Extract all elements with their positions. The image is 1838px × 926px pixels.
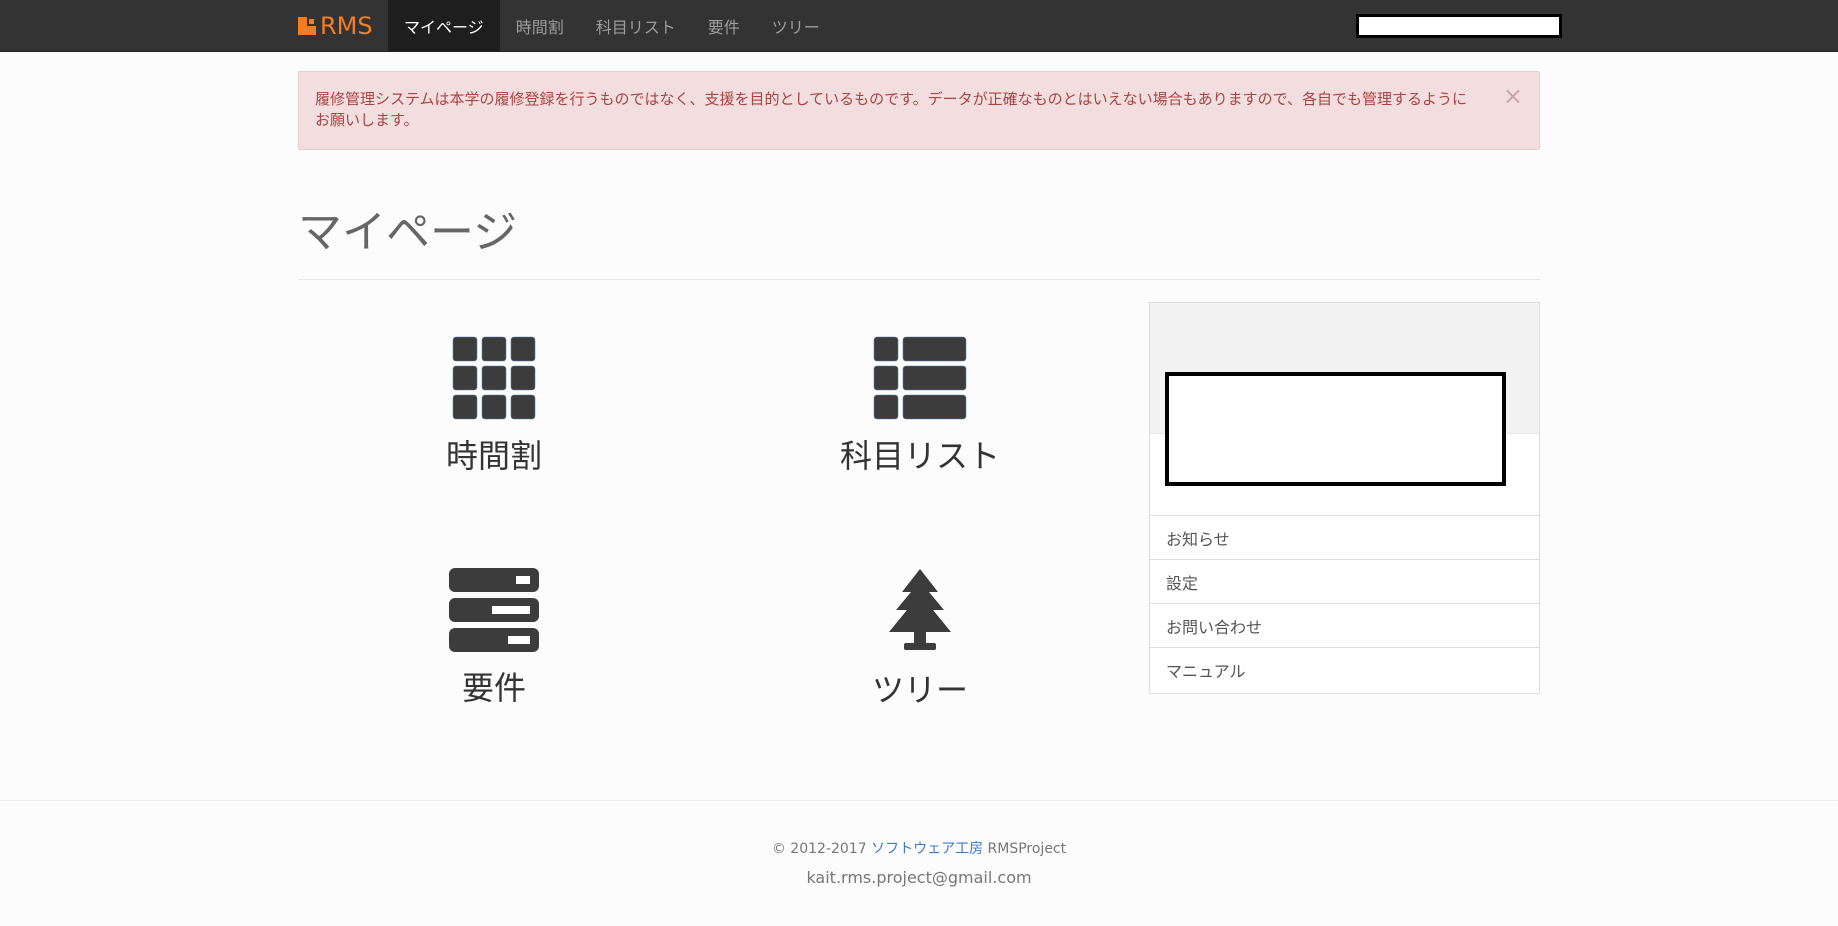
page-title: マイページ: [298, 207, 518, 258]
tile-timetable[interactable]: 時間割: [344, 334, 644, 476]
copyright-suffix: RMSProject: [983, 841, 1067, 857]
footer-divider: [0, 800, 1838, 801]
redacted-profile-card: [1165, 372, 1506, 486]
header-divider: [298, 279, 1540, 280]
tile-label-tree: ツリー: [871, 671, 968, 709]
rms-logo-icon: [298, 16, 316, 35]
panel-item-news[interactable]: お知らせ: [1150, 515, 1539, 559]
tree-icon: [889, 569, 951, 650]
tile-tree[interactable]: ツリー: [770, 566, 1070, 710]
panel-item-settings[interactable]: 設定: [1150, 559, 1539, 603]
grid-icon: [452, 336, 536, 420]
top-navbar: RMS マイページ 時間割 科目リスト 要件 ツリー: [0, 0, 1838, 52]
server-icon: [449, 568, 539, 652]
panel-menu: お知らせ 設定 お問い合わせ マニュアル: [1150, 515, 1539, 691]
tile-label-subject-list: 科目リスト: [839, 437, 1000, 475]
footer-email: kait.rms.project@gmail.com: [806, 868, 1032, 887]
nav-item-requirements[interactable]: 要件: [692, 0, 756, 51]
nav-item-mypage[interactable]: マイページ: [388, 0, 500, 51]
list-icon: [873, 336, 967, 420]
close-icon[interactable]: ×: [1503, 84, 1523, 108]
nav-item-timetable[interactable]: 時間割: [500, 0, 580, 51]
brand-text: RMS: [320, 11, 373, 40]
company-link[interactable]: ソフトウェア工房: [871, 841, 983, 857]
brand-logo[interactable]: RMS: [298, 0, 373, 51]
nav-item-tree[interactable]: ツリー: [756, 0, 836, 51]
nav-item-subject-list[interactable]: 科目リスト: [580, 0, 692, 51]
copyright-prefix: © 2012-2017: [771, 841, 872, 857]
panel-item-manual[interactable]: マニュアル: [1150, 647, 1539, 691]
tile-requirements[interactable]: 要件: [344, 566, 644, 708]
nav-menu: マイページ 時間割 科目リスト 要件 ツリー: [388, 0, 836, 51]
profile-panel: お知らせ 設定 お問い合わせ マニュアル: [1149, 302, 1540, 694]
footer-copyright: © 2012-2017 ソフトウェア工房 RMSProject: [0, 838, 1838, 858]
redacted-user-box[interactable]: [1356, 14, 1562, 38]
tile-label-requirements: 要件: [461, 669, 526, 707]
tile-subject-list[interactable]: 科目リスト: [770, 334, 1070, 476]
notice-alert: 履修管理システムは本学の履修登録を行うものではなく、支援を目的としているものです…: [298, 71, 1540, 150]
alert-text: 履修管理システムは本学の履修登録を行うものではなく、支援を目的としているものです…: [315, 90, 1468, 129]
tile-label-timetable: 時間割: [445, 437, 542, 475]
panel-item-contact[interactable]: お問い合わせ: [1150, 603, 1539, 647]
